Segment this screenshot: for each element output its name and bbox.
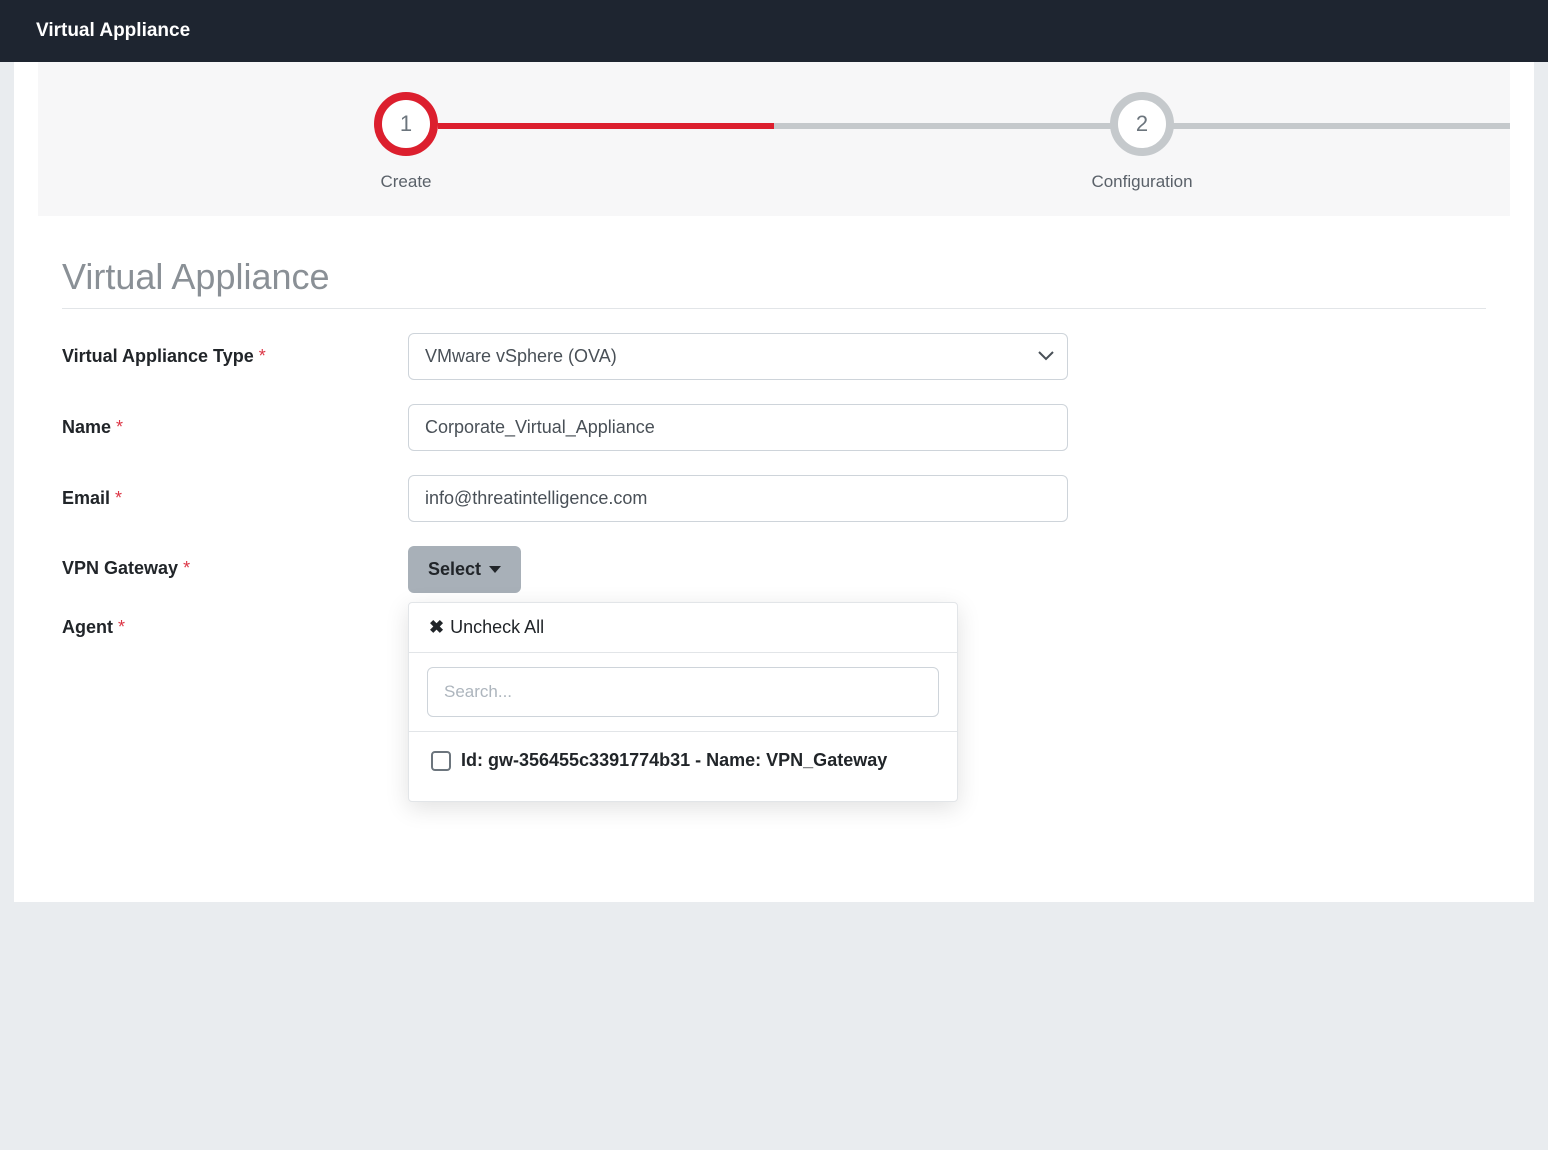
wizard-progress-active <box>438 123 774 129</box>
label-agent: Agent * <box>62 617 408 638</box>
section-title: Virtual Appliance <box>62 256 1486 309</box>
label-email: Email * <box>62 488 408 509</box>
wizard-step-label: Create <box>38 172 774 192</box>
row-name: Name * <box>62 404 1486 451</box>
wizard-step-number: 2 <box>1110 92 1174 156</box>
vpn-gateway-dropdown: ✖ Uncheck All Id: gw-356455c3391774b31 -… <box>408 602 958 802</box>
wizard-step-number: 1 <box>374 92 438 156</box>
label-name: Name * <box>62 417 408 438</box>
page-header: Virtual Appliance <box>0 0 1548 62</box>
dropdown-option[interactable]: Id: gw-356455c3391774b31 - Name: VPN_Gat… <box>409 732 957 801</box>
form-content: Virtual Appliance Virtual Appliance Type… <box>14 216 1534 638</box>
dropdown-search-input[interactable] <box>427 667 939 717</box>
label-appliance-type: Virtual Appliance Type * <box>62 346 408 367</box>
wizard-step-label: Configuration <box>774 172 1510 192</box>
checkbox-icon[interactable] <box>431 751 451 771</box>
select-vpn-gateway-button[interactable]: Select <box>408 546 521 593</box>
wizard-step-create[interactable]: 1 Create <box>38 92 774 192</box>
row-email: Email * <box>62 475 1486 522</box>
caret-down-icon <box>489 566 501 573</box>
input-name[interactable] <box>408 404 1068 451</box>
row-appliance-type: Virtual Appliance Type * VMware vSphere … <box>62 333 1486 380</box>
page-header-title: Virtual Appliance <box>36 20 190 41</box>
label-vpn-gateway: VPN Gateway * <box>62 546 408 579</box>
uncheck-all-button[interactable]: ✖ Uncheck All <box>409 603 957 653</box>
input-email[interactable] <box>408 475 1068 522</box>
row-vpn-gateway: VPN Gateway * Select ✖ Uncheck All <box>62 546 1486 593</box>
close-icon: ✖ <box>429 617 444 638</box>
wizard-step-configuration[interactable]: 2 Configuration <box>774 92 1510 192</box>
wizard-stepper: 1 Create 2 Configuration <box>38 62 1510 216</box>
page-body: 1 Create 2 Configuration Virtual Applian… <box>14 62 1534 902</box>
select-appliance-type[interactable]: VMware vSphere (OVA) <box>408 333 1068 380</box>
